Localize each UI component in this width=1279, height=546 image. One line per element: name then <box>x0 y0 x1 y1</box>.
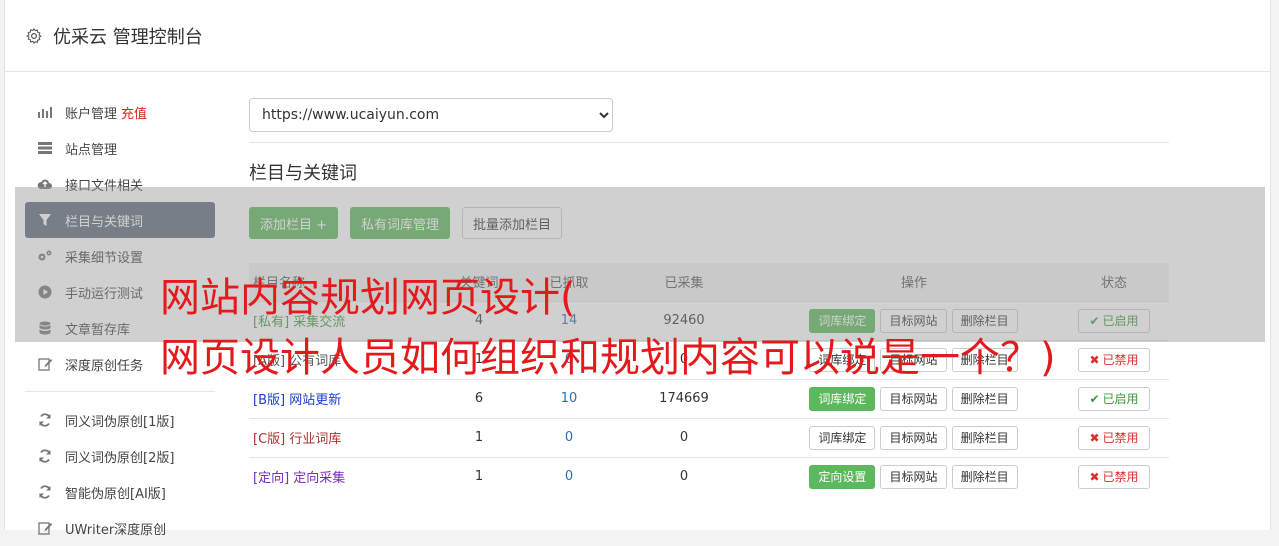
sidebar-item-label: 站点管理 <box>65 142 118 158</box>
sidebar-item-sites[interactable]: 站点管理 <box>25 130 215 166</box>
table-row: [定向] 定向采集 1 0 0 定向设置 目标网站 删除栏目 ✖ 已禁用 <box>249 456 1169 496</box>
delete-column-button[interactable]: 删除栏目 <box>951 386 1018 411</box>
close-icon: ✖ <box>1089 352 1100 367</box>
column-name-cell[interactable]: [定向] 定向采集 <box>249 456 419 496</box>
sidebar-item-label: 深度原创任务 <box>65 358 144 374</box>
refresh-icon <box>37 448 53 464</box>
status-label: 已启用 <box>1102 392 1139 406</box>
fetched-count[interactable]: 0 <box>539 456 599 496</box>
status-label: 已禁用 <box>1102 431 1139 445</box>
collected-count: 0 <box>599 456 769 496</box>
fetched-count[interactable]: 0 <box>539 417 599 457</box>
lexicon-bind-button[interactable]: 定向设置 <box>809 464 876 489</box>
sidebar-item-label: 账户管理 <box>65 106 118 122</box>
target-site-button[interactable]: 目标网站 <box>880 386 947 411</box>
column-tag: [定向] <box>253 471 290 487</box>
status-cell: ✖ 已禁用 <box>1059 417 1169 457</box>
page-title: 优采云 管理控制台 <box>53 26 203 48</box>
status-toggle[interactable]: ✖ 已禁用 <box>1078 425 1150 450</box>
column-name[interactable]: 定向采集 <box>293 471 345 486</box>
sidebar-item-account[interactable]: 账户管理 充值 <box>25 94 215 130</box>
sidebar-item-synonym-v1[interactable]: 同义词伪原创[1版] <box>25 402 215 438</box>
column-name[interactable]: 网站更新 <box>289 393 341 408</box>
sidebar-item-uwriter[interactable]: UWriter深度原创 <box>25 510 215 546</box>
sidebar-divider <box>25 391 215 392</box>
status-toggle[interactable]: ✖ 已禁用 <box>1078 347 1150 372</box>
edit-icon <box>37 356 53 372</box>
status-label: 已禁用 <box>1102 353 1139 367</box>
section-title: 栏目与关键词 <box>249 163 357 184</box>
status-cell: ✖ 已禁用 <box>1059 456 1169 496</box>
refresh-icon <box>37 484 53 500</box>
status-toggle[interactable]: ✔ 已启用 <box>1078 386 1150 411</box>
column-tag: [B版] <box>253 393 286 408</box>
sidebar-item-label: UWriter深度原创 <box>65 522 167 538</box>
refresh-icon <box>37 412 53 428</box>
delete-column-button[interactable]: 删除栏目 <box>951 464 1018 489</box>
gear-icon <box>26 27 42 44</box>
column-name[interactable]: 行业词库 <box>289 432 341 447</box>
operations-cell: 定向设置 目标网站 删除栏目 <box>769 456 1059 496</box>
target-site-button[interactable]: 目标网站 <box>880 425 947 450</box>
status-label: 已禁用 <box>1102 470 1139 485</box>
divider <box>249 142 1169 143</box>
close-icon: ✖ <box>1089 430 1100 445</box>
column-name-cell[interactable]: [C版] 行业词库 <box>249 417 419 457</box>
delete-column-button[interactable]: 删除栏目 <box>951 425 1018 450</box>
top-bar: 优采云 管理控制台 <box>5 0 1270 72</box>
status-cell: ✖ 已禁用 <box>1059 339 1169 379</box>
overlay-headline: 网站内容规划网页设计( 网页设计人员如何组织和规划内容可以说是一个？) <box>160 268 1056 388</box>
site-select[interactable]: https://www.ucaiyun.com <box>249 98 613 132</box>
status-cell: ✔ 已启用 <box>1059 378 1169 418</box>
lexicon-bind-button[interactable]: 词库绑定 <box>809 386 876 411</box>
keyword-count: 1 <box>419 417 539 457</box>
headline-line-1: 网站内容规划网页设计( <box>160 275 576 321</box>
status-toggle[interactable]: ✖ 已禁用 <box>1078 464 1150 489</box>
sidebar-item-ai-rewrite[interactable]: 智能伪原创[AI版] <box>25 474 215 510</box>
table-row: [C版] 行业词库 1 0 0 词库绑定 目标网站 删除栏目 ✖ 已禁用 <box>249 417 1169 457</box>
lexicon-bind-button[interactable]: 词库绑定 <box>809 425 876 450</box>
headline-line-2: 网页设计人员如何组织和规划内容可以说是一个？) <box>160 335 1056 381</box>
sidebar-item-label: 同义词伪原创[2版] <box>65 450 175 466</box>
target-site-button[interactable]: 目标网站 <box>880 464 947 489</box>
recharge-link[interactable]: 充值 <box>121 103 147 122</box>
close-icon: ✖ <box>1089 469 1100 484</box>
bar-chart-icon <box>37 104 53 120</box>
sidebar-item-label: 同义词伪原创[1版] <box>65 414 175 430</box>
column-tag: [C版] <box>253 432 286 447</box>
collected-count: 0 <box>599 417 769 457</box>
server-icon <box>37 140 53 156</box>
operations-cell: 词库绑定 目标网站 删除栏目 <box>769 417 1059 457</box>
keyword-count: 1 <box>419 456 539 496</box>
sidebar-item-label: 智能伪原创[AI版] <box>65 486 166 502</box>
sidebar-item-synonym-v2[interactable]: 同义词伪原创[2版] <box>25 438 215 474</box>
check-icon: ✔ <box>1089 391 1100 406</box>
edit-icon <box>37 520 53 536</box>
